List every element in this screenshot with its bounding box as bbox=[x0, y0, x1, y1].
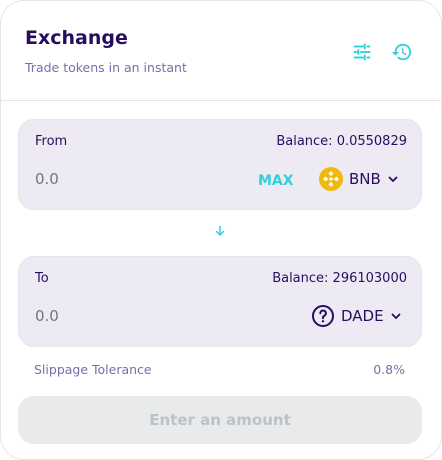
enter-amount-button[interactable]: Enter an amount bbox=[18, 396, 422, 444]
to-token-symbol: DADE bbox=[341, 307, 384, 325]
bnb-logo-icon bbox=[319, 167, 343, 191]
page-title: Exchange bbox=[25, 27, 128, 49]
exchange-header: Exchange Trade tokens in an instant bbox=[1, 1, 441, 101]
slippage-label: Slippage Tolerance bbox=[34, 362, 152, 377]
to-amount-input[interactable] bbox=[35, 307, 175, 325]
to-label: To bbox=[35, 271, 49, 286]
from-balance: Balance: 0.0550829 bbox=[276, 134, 407, 149]
sliders-icon bbox=[353, 43, 371, 61]
unknown-token-icon bbox=[312, 305, 334, 327]
slippage-value[interactable]: 0.8% bbox=[373, 362, 405, 377]
max-button[interactable]: MAX bbox=[258, 173, 294, 189]
switch-tokens-button[interactable] bbox=[212, 223, 228, 239]
page-subtitle: Trade tokens in an instant bbox=[25, 60, 187, 75]
chevron-down-icon bbox=[391, 313, 400, 320]
from-token-selector[interactable]: BNB bbox=[319, 167, 399, 191]
history-button[interactable] bbox=[389, 39, 415, 65]
from-token-symbol: BNB bbox=[349, 170, 381, 188]
chevron-down-icon bbox=[388, 176, 398, 183]
history-icon bbox=[391, 43, 412, 61]
from-panel: From Balance: 0.0550829 MAX BNB bbox=[18, 119, 422, 210]
from-amount-input[interactable] bbox=[35, 170, 175, 188]
to-panel: To Balance: 296103000 DADE bbox=[18, 256, 422, 347]
exchange-card: Exchange Trade tokens in an instant From… bbox=[0, 0, 442, 460]
to-balance: Balance: 296103000 bbox=[272, 271, 407, 286]
from-label: From bbox=[35, 134, 68, 149]
arrow-down-icon bbox=[215, 225, 225, 237]
settings-button[interactable] bbox=[349, 39, 375, 65]
to-token-selector[interactable]: DADE bbox=[311, 304, 402, 328]
